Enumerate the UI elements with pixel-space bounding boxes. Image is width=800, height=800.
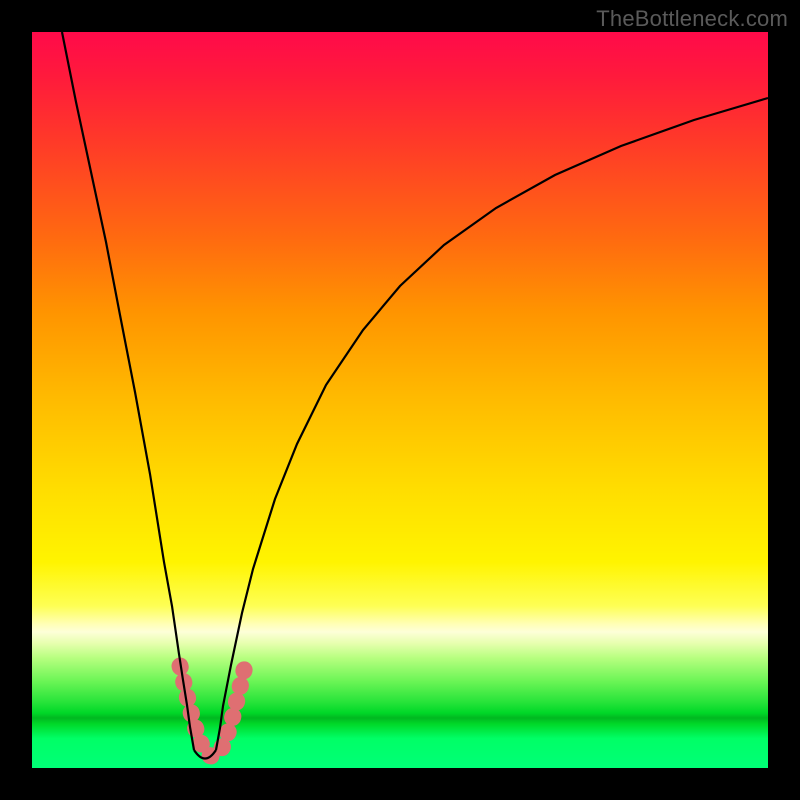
watermark-text: TheBottleneck.com [596,6,788,32]
chart-stage: TheBottleneck.com [0,0,800,800]
valley-highlight-path [180,666,245,756]
right-branch-path [216,98,768,750]
left-branch-path [62,32,194,750]
plot-area [32,32,768,768]
curve-layer [32,32,768,768]
